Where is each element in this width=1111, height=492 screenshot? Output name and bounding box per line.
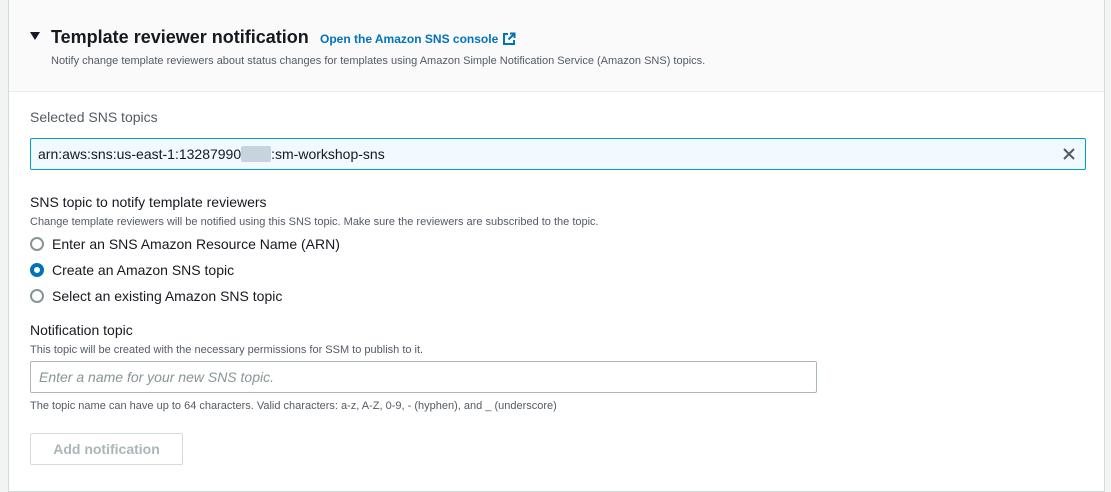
notification-topic-input[interactable] bbox=[30, 361, 817, 393]
selected-topics-label: Selected SNS topics bbox=[30, 109, 158, 125]
add-notification-button[interactable]: Add notification bbox=[30, 433, 183, 465]
token-arn-suffix: :sm-workshop-sns bbox=[271, 146, 385, 162]
reviewer-notification-panel: Template reviewer notification Open the … bbox=[8, 0, 1105, 492]
notification-topic-description: This topic will be created with the nece… bbox=[30, 344, 424, 356]
radio-create-topic[interactable]: Create an Amazon SNS topic bbox=[30, 261, 234, 279]
external-link-icon bbox=[503, 32, 516, 45]
token-text: arn:aws:sns:us-east-1:13287990 :sm-worksh… bbox=[38, 146, 385, 162]
panel-description: Notify change template reviewers about s… bbox=[51, 55, 706, 67]
radio-label: Select an existing Amazon SNS topic bbox=[52, 288, 283, 304]
radio-button[interactable] bbox=[30, 237, 44, 251]
radio-button[interactable] bbox=[30, 289, 44, 303]
radio-select-existing[interactable]: Select an existing Amazon SNS topic bbox=[30, 287, 282, 305]
radio-label: Enter an SNS Amazon Resource Name (ARN) bbox=[52, 236, 340, 252]
redacted-account-id bbox=[241, 146, 272, 162]
token-arn-prefix: arn:aws:sns:us-east-1:13287990 bbox=[38, 146, 242, 162]
topic-name-constraint: The topic name can have up to 64 charact… bbox=[30, 400, 557, 412]
radio-button-checked[interactable] bbox=[30, 263, 44, 277]
panel-header: Template reviewer notification Open the … bbox=[9, 0, 1104, 92]
open-sns-console-link[interactable]: Open the Amazon SNS console bbox=[320, 32, 516, 46]
console-link-label: Open the Amazon SNS console bbox=[320, 32, 499, 46]
close-icon[interactable] bbox=[1061, 146, 1077, 162]
caret-down-icon[interactable] bbox=[30, 32, 40, 40]
notify-section-label: SNS topic to notify template reviewers bbox=[30, 194, 267, 210]
selected-topic-token: arn:aws:sns:us-east-1:13287990 :sm-worksh… bbox=[30, 138, 1086, 170]
panel-title[interactable]: Template reviewer notification bbox=[51, 27, 309, 48]
notification-topic-label: Notification topic bbox=[30, 322, 133, 338]
notify-section-description: Change template reviewers will be notifi… bbox=[30, 216, 599, 228]
radio-enter-arn[interactable]: Enter an SNS Amazon Resource Name (ARN) bbox=[30, 235, 340, 253]
radio-label: Create an Amazon SNS topic bbox=[52, 262, 235, 278]
